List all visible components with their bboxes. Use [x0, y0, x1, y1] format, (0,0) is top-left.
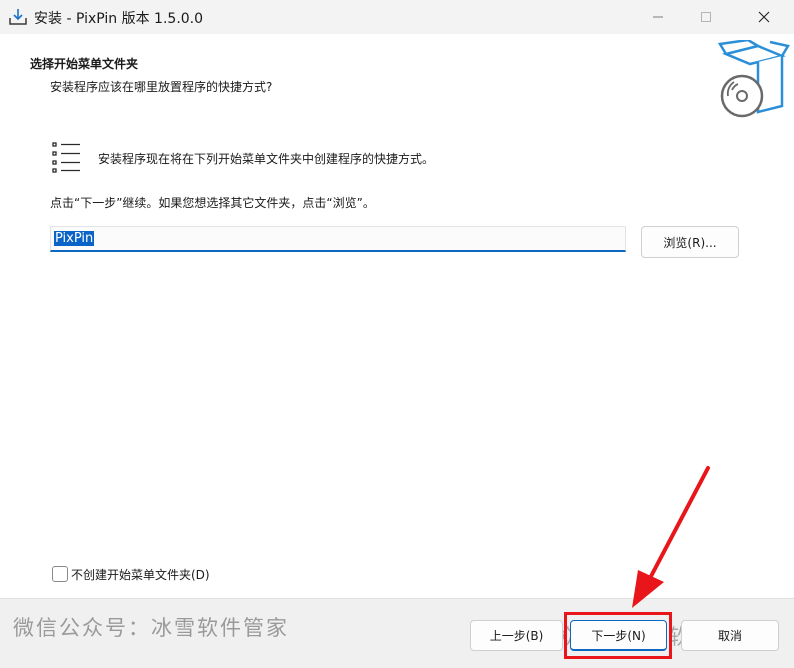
title-bar: 安装 - PixPin 版本 1.5.0.0: [0, 0, 794, 34]
shortcut-list-icon: [52, 142, 80, 173]
back-button[interactable]: 上一步(B): [470, 620, 563, 651]
page-heading: 选择开始菜单文件夹: [30, 57, 139, 71]
no-start-menu-folder-label: 不创建开始菜单文件夹(D): [71, 568, 210, 582]
cancel-button[interactable]: 取消: [681, 620, 779, 651]
setup-box-icon: [718, 40, 790, 118]
no-start-menu-folder-checkbox[interactable]: [52, 566, 68, 582]
maximize-button[interactable]: [683, 0, 729, 34]
page-subheading: 安装程序应该在哪里放置程序的快捷方式?: [50, 80, 273, 94]
installer-icon: [9, 9, 27, 25]
info-text: 安装程序现在将在下列开始菜单文件夹中创建程序的快捷方式。: [98, 152, 435, 166]
close-icon: [758, 11, 770, 23]
folder-input-value: PixPin: [54, 231, 95, 246]
hint-text: 点击“下一步”继续。如果您想选择其它文件夹，点击“浏览”。: [50, 196, 375, 210]
window-title: 安装 - PixPin 版本 1.5.0.0: [34, 11, 204, 27]
minimize-button[interactable]: [635, 0, 681, 34]
next-button-highlight: [564, 612, 672, 659]
pointer-arrow-icon: [632, 466, 710, 608]
start-menu-folder-input[interactable]: PixPin: [50, 226, 626, 252]
watermark-text-left: 微信公众号：冰雪软件管家: [13, 616, 289, 640]
maximize-icon: [701, 12, 711, 22]
close-button[interactable]: [741, 0, 787, 34]
browse-button[interactable]: 浏览(R)...: [641, 226, 739, 258]
minimize-icon: [653, 16, 663, 18]
